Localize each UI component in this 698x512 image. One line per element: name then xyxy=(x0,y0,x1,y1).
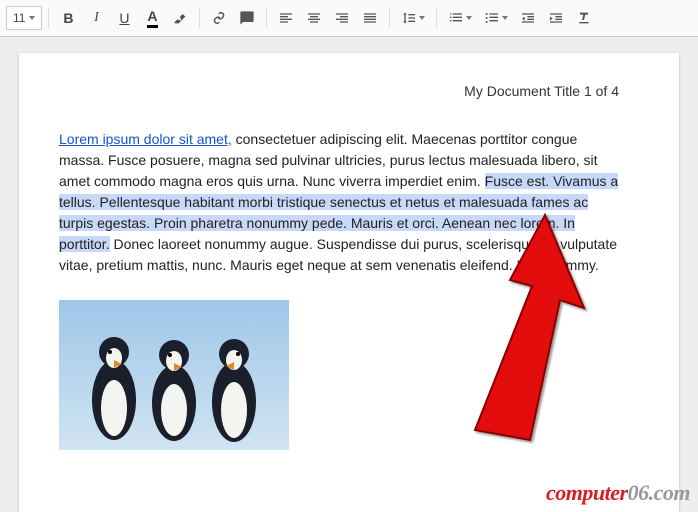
separator xyxy=(389,8,390,28)
align-right-icon xyxy=(334,10,350,26)
comment-icon xyxy=(239,10,255,26)
font-size-value: 11 xyxy=(13,11,25,25)
watermark-red: computer xyxy=(546,480,628,505)
underline-button[interactable]: U xyxy=(111,6,137,30)
align-right-button[interactable] xyxy=(329,6,355,30)
chevron-down-icon xyxy=(29,16,35,20)
line-spacing-button[interactable] xyxy=(396,6,430,30)
separator xyxy=(199,8,200,28)
line-spacing-icon xyxy=(401,10,417,26)
bulleted-list-button[interactable] xyxy=(479,6,513,30)
indent-decrease-icon xyxy=(520,10,536,26)
align-center-icon xyxy=(306,10,322,26)
font-size-select[interactable]: 11 xyxy=(6,6,42,30)
numbered-list-icon xyxy=(448,10,464,26)
decrease-indent-button[interactable] xyxy=(515,6,541,30)
toolbar-row: 11 B I U A xyxy=(0,4,698,36)
chevron-down-icon xyxy=(419,16,425,20)
document-page[interactable]: My Document Title 1 of 4 Lorem ipsum dol… xyxy=(19,53,679,512)
italic-button[interactable]: I xyxy=(83,6,109,30)
insert-link-button[interactable] xyxy=(206,6,232,30)
highlighter-icon xyxy=(172,10,188,26)
indent-increase-icon xyxy=(548,10,564,26)
align-left-icon xyxy=(278,10,294,26)
align-justify-icon xyxy=(362,10,378,26)
document-image[interactable] xyxy=(59,300,289,450)
watermark-gray: 06.com xyxy=(628,480,690,505)
page-header: My Document Title 1 of 4 xyxy=(59,73,619,129)
text-color-button[interactable]: A xyxy=(139,6,165,30)
clear-format-icon xyxy=(576,10,592,26)
highlight-color-button[interactable] xyxy=(167,6,193,30)
watermark: computer06.com xyxy=(546,480,690,506)
numbered-list-button[interactable] xyxy=(443,6,477,30)
body-text-after: Donec laoreet nonummy augue. Suspendisse… xyxy=(59,236,617,273)
align-left-button[interactable] xyxy=(273,6,299,30)
chevron-down-icon xyxy=(466,16,472,20)
document-canvas: My Document Title 1 of 4 Lorem ipsum dol… xyxy=(0,37,698,512)
bold-button[interactable]: B xyxy=(55,6,81,30)
clear-formatting-button[interactable] xyxy=(571,6,597,30)
link-icon xyxy=(211,10,227,26)
bulleted-list-icon xyxy=(484,10,500,26)
body-paragraph[interactable]: Lorem ipsum dolor sit amet, consectetuer… xyxy=(59,129,619,276)
penguin-illustration xyxy=(59,300,289,450)
separator xyxy=(48,8,49,28)
chevron-down-icon xyxy=(502,16,508,20)
increase-indent-button[interactable] xyxy=(543,6,569,30)
insert-comment-button[interactable] xyxy=(234,6,260,30)
toolbar: 11 B I U A xyxy=(0,0,698,37)
separator xyxy=(436,8,437,28)
separator xyxy=(266,8,267,28)
align-center-button[interactable] xyxy=(301,6,327,30)
align-justify-button[interactable] xyxy=(357,6,383,30)
hyperlink-text[interactable]: Lorem ipsum dolor sit amet, xyxy=(59,131,232,147)
